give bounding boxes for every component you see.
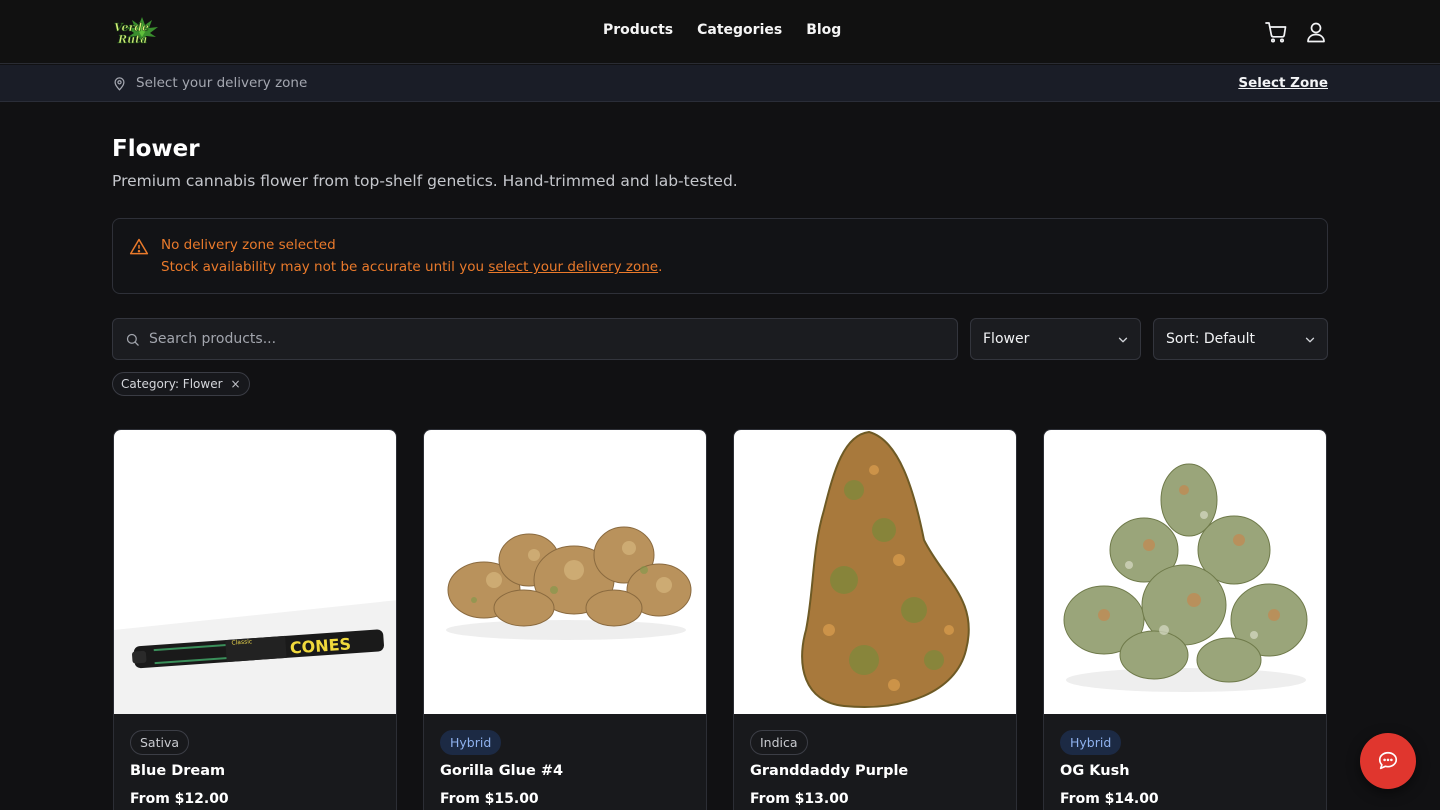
product-search: [112, 318, 958, 360]
remove-filter-icon[interactable]: ×: [230, 373, 240, 395]
user-icon[interactable]: [1304, 20, 1328, 44]
product-image[interactable]: [1044, 430, 1326, 714]
select-zone-inline-link[interactable]: select your delivery zone: [488, 259, 658, 275]
map-pin-icon: [114, 77, 125, 91]
alert-message-text: Stock availability may not be accurate u…: [161, 259, 489, 275]
svg-text:Classic: Classic: [231, 638, 252, 646]
category-select[interactable]: Flower: [970, 318, 1141, 360]
nav-categories[interactable]: Categories: [697, 22, 782, 38]
alert-title: No delivery zone selected: [161, 237, 336, 253]
product-price: From $15.00: [440, 791, 539, 807]
chevron-down-icon: [1118, 337, 1128, 343]
search-icon: [126, 333, 139, 346]
product-card[interactable]: Hybrid Gorilla Glue #4 From $15.00: [423, 429, 707, 810]
warning-icon: [129, 238, 149, 255]
product-price: From $14.00: [1060, 791, 1159, 807]
chip-label: Category: Flower: [121, 377, 223, 391]
strain-type-badge: Hybrid: [1060, 730, 1122, 755]
strain-type-badge: Sativa: [130, 730, 190, 755]
active-filter-chip: Category: Flower ×: [112, 372, 250, 396]
main-nav: Products Categories Blog: [603, 22, 841, 38]
chat-button[interactable]: [1360, 733, 1416, 789]
product-name[interactable]: Granddaddy Purple: [750, 763, 908, 779]
product-card[interactable]: Classic CONES Sativa Blue Dream From $12…: [113, 429, 397, 810]
chevron-down-icon: [1305, 337, 1315, 343]
shopping-cart-icon[interactable]: [1264, 20, 1288, 44]
sort-select[interactable]: Sort: Default: [1153, 318, 1328, 360]
strain-type-badge: Hybrid: [440, 730, 502, 755]
nav-products[interactable]: Products: [603, 22, 673, 38]
delivery-zone-prompt: Select your delivery zone: [136, 75, 308, 91]
product-image[interactable]: Classic CONES: [114, 430, 396, 714]
site-logo[interactable]: Verde Ruta: [112, 15, 162, 49]
product-card[interactable]: Hybrid OG Kush From $14.00: [1043, 429, 1327, 810]
nav-blog[interactable]: Blog: [806, 22, 841, 38]
delivery-zone-bar: Select your delivery zone Select Zone: [0, 65, 1440, 102]
product-price: From $12.00: [130, 791, 229, 807]
sort-select-value: Sort: Default: [1166, 331, 1256, 347]
category-select-value: Flower: [983, 331, 1030, 347]
page-subtitle: Premium cannabis flower from top-shelf g…: [112, 172, 738, 190]
strain-type-badge: Indica: [750, 730, 808, 755]
product-name[interactable]: Gorilla Glue #4: [440, 763, 563, 779]
product-name[interactable]: OG Kush: [1060, 763, 1130, 779]
select-zone-link[interactable]: Select Zone: [1238, 75, 1328, 91]
chat-bubble-icon: [1378, 751, 1398, 770]
svg-text:Ruta: Ruta: [117, 33, 147, 46]
page-title: Flower: [112, 136, 200, 162]
product-image[interactable]: [734, 430, 1016, 714]
product-price: From $13.00: [750, 791, 849, 807]
alert-message-end: .: [658, 259, 663, 275]
delivery-zone-alert: No delivery zone selected Stock availabi…: [112, 218, 1328, 294]
site-header: Verde Ruta Products Categories Blog: [0, 0, 1440, 64]
product-name[interactable]: Blue Dream: [130, 763, 225, 779]
product-card[interactable]: Indica Granddaddy Purple From $13.00: [733, 429, 1017, 810]
alert-message: Stock availability may not be accurate u…: [161, 259, 662, 275]
search-input[interactable]: [149, 319, 939, 359]
product-image[interactable]: [424, 430, 706, 714]
